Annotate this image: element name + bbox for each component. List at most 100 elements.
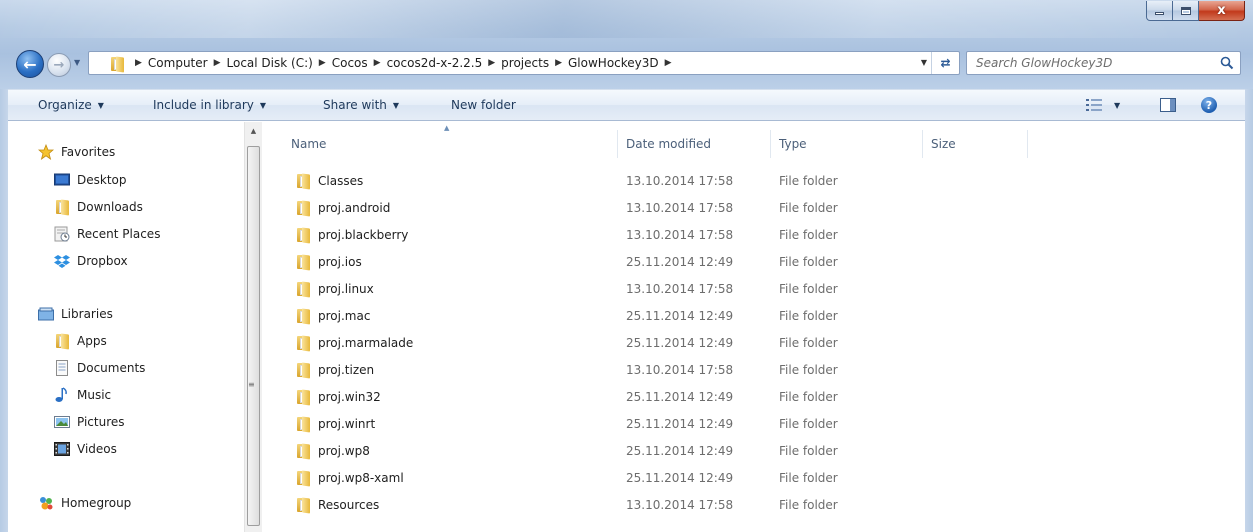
table-row[interactable]: proj.marmalade 25.11.2014 12:49 File folde… <box>262 330 1245 357</box>
table-row[interactable]: proj.tizen 13.10.2014 17:58 File folder <box>262 357 1245 384</box>
file-name[interactable]: proj.android <box>318 201 390 215</box>
sidebar-item-label: Desktop <box>77 173 127 187</box>
file-date-modified: 13.10.2014 17:58 <box>626 174 734 188</box>
breadcrumb-separator-icon[interactable]: ▶ <box>374 58 381 68</box>
help-button[interactable]: ? <box>1201 97 1217 113</box>
file-date-modified: 25.11.2014 12:49 <box>626 309 734 323</box>
refresh-button[interactable]: ⇄ <box>931 52 959 74</box>
column-header-name[interactable]: Name <box>291 122 326 166</box>
table-row[interactable]: proj.winrt 25.11.2014 12:49 File folder <box>262 411 1245 438</box>
table-row[interactable]: proj.wp8 25.11.2014 12:49 File folder <box>262 438 1245 465</box>
sidebar-item-downloads[interactable]: Downloads <box>54 197 143 217</box>
sidebar-item-documents[interactable]: Documents <box>54 358 145 378</box>
table-row[interactable]: proj.ios 25.11.2014 12:49 File folder <box>262 249 1245 276</box>
file-name[interactable]: proj.marmalade <box>318 336 413 350</box>
preview-pane-button[interactable] <box>1160 98 1176 112</box>
navigation-bar: ← → ▼ ▶ Computer ▶ Local Disk (C:) ▶ Coc… <box>0 48 1253 80</box>
file-name[interactable]: proj.wp8 <box>318 444 370 458</box>
change-view-button[interactable]: ▼ <box>1086 99 1120 111</box>
close-button[interactable]: x <box>1199 1 1245 21</box>
sidebar-item-recent-places[interactable]: Recent Places <box>54 224 160 244</box>
table-row[interactable]: proj.android 13.10.2014 17:58 File folder <box>262 195 1245 222</box>
file-name[interactable]: Resources <box>318 498 379 512</box>
sidebar-item-libraries[interactable]: Libraries <box>38 304 113 324</box>
file-date-modified: 13.10.2014 17:58 <box>626 282 734 296</box>
sidebar-item-pictures[interactable]: Pictures <box>54 412 125 432</box>
sidebar-item-homegroup[interactable]: Homegroup <box>38 493 131 513</box>
file-name[interactable]: proj.ios <box>318 255 362 269</box>
file-type: File folder <box>779 390 838 404</box>
sidebar-item-dropbox[interactable]: Dropbox <box>54 251 128 271</box>
breadcrumb-glowhockey3d[interactable]: GlowHockey3D <box>568 56 659 70</box>
include-in-library-menu[interactable]: Include in library ▼ <box>153 98 266 112</box>
organize-menu[interactable]: Organize ▼ <box>38 98 104 112</box>
minimize-icon <box>1155 12 1164 15</box>
file-name[interactable]: proj.winrt <box>318 417 375 431</box>
scrollbar-thumb[interactable] <box>247 146 260 526</box>
table-row[interactable]: proj.mac 25.11.2014 12:49 File folder <box>262 303 1245 330</box>
column-header-label: Type <box>779 137 807 151</box>
breadcrumb-separator-icon[interactable]: ▶ <box>555 58 562 68</box>
navigation-pane-scrollbar[interactable]: ▲ ≡ <box>244 122 262 532</box>
column-header-type[interactable]: Type <box>779 122 807 166</box>
breadcrumb-separator-icon[interactable]: ▶ <box>665 58 672 68</box>
maximize-button[interactable] <box>1173 1 1199 21</box>
search-input[interactable] <box>976 56 1206 70</box>
details-view-icon <box>1086 99 1102 111</box>
new-folder-button[interactable]: New folder <box>451 98 516 112</box>
minimize-button[interactable] <box>1146 1 1173 21</box>
forward-button[interactable]: → <box>47 53 71 77</box>
table-row[interactable]: Resources 13.10.2014 17:58 File folder <box>262 492 1245 519</box>
share-with-label: Share with <box>323 98 387 112</box>
file-date-modified: 25.11.2014 12:49 <box>626 444 734 458</box>
column-divider[interactable] <box>770 130 771 158</box>
column-divider[interactable] <box>922 130 923 158</box>
breadcrumb-computer[interactable]: Computer <box>148 56 208 70</box>
downloads-folder-icon <box>54 199 70 216</box>
sidebar-item-desktop[interactable]: Desktop <box>54 170 127 190</box>
folder-icon <box>295 389 311 406</box>
file-name[interactable]: proj.blackberry <box>318 228 408 242</box>
libraries-icon <box>38 307 54 321</box>
breadcrumb-cocos2d[interactable]: cocos2d-x-2.2.5 <box>387 56 483 70</box>
address-history-dropdown[interactable]: ▼ <box>921 58 927 67</box>
file-name[interactable]: proj.win32 <box>318 390 381 404</box>
scroll-up-icon[interactable]: ▲ <box>245 122 262 139</box>
column-divider[interactable] <box>1027 130 1028 158</box>
breadcrumb-separator-icon[interactable]: ▶ <box>319 58 326 68</box>
file-name[interactable]: proj.linux <box>318 282 374 296</box>
sidebar-item-videos[interactable]: Videos <box>54 439 117 459</box>
back-button[interactable]: ← <box>16 50 44 78</box>
column-header-date-modified[interactable]: Date modified <box>626 122 711 166</box>
share-with-menu[interactable]: Share with ▼ <box>323 98 399 112</box>
breadcrumb-separator-icon[interactable]: ▶ <box>488 58 495 68</box>
sidebar-item-favorites[interactable]: Favorites <box>38 142 115 162</box>
recent-pages-dropdown[interactable]: ▼ <box>74 58 84 68</box>
sidebar-item-label: Favorites <box>61 145 116 159</box>
file-name[interactable]: Classes <box>318 174 363 188</box>
file-name[interactable]: proj.wp8-xaml <box>318 471 404 485</box>
breadcrumb-cocos[interactable]: Cocos <box>332 56 368 70</box>
breadcrumb-separator-icon[interactable]: ▶ <box>135 58 142 68</box>
breadcrumb-local-disk[interactable]: Local Disk (C:) <box>227 56 313 70</box>
breadcrumb-separator-icon[interactable]: ▶ <box>214 58 221 68</box>
table-row[interactable]: proj.wp8-xaml 25.11.2014 12:49 File folder <box>262 465 1245 492</box>
file-name[interactable]: proj.tizen <box>318 363 374 377</box>
music-icon <box>55 387 67 402</box>
sort-ascending-icon: ▲ <box>444 124 450 132</box>
file-name[interactable]: proj.mac <box>318 309 370 323</box>
search-icon[interactable] <box>1220 56 1234 70</box>
sidebar-item-apps[interactable]: Apps <box>54 331 107 351</box>
table-row[interactable]: proj.win32 25.11.2014 12:49 File folder <box>262 384 1245 411</box>
column-divider[interactable] <box>617 130 618 158</box>
column-header-size[interactable]: Size <box>931 122 956 166</box>
table-row[interactable]: proj.linux 13.10.2014 17:58 File folder <box>262 276 1245 303</box>
sidebar-item-label: Homegroup <box>61 496 132 510</box>
sidebar-item-label: Recent Places <box>77 227 161 241</box>
address-bar[interactable]: ▶ Computer ▶ Local Disk (C:) ▶ Cocos ▶ c… <box>88 51 960 75</box>
sidebar-item-music[interactable]: Music <box>54 385 111 405</box>
search-box[interactable] <box>966 51 1241 75</box>
table-row[interactable]: Classes 13.10.2014 17:58 File folder <box>262 168 1245 195</box>
table-row[interactable]: proj.blackberry 13.10.2014 17:58 File fold… <box>262 222 1245 249</box>
breadcrumb-projects[interactable]: projects <box>501 56 549 70</box>
